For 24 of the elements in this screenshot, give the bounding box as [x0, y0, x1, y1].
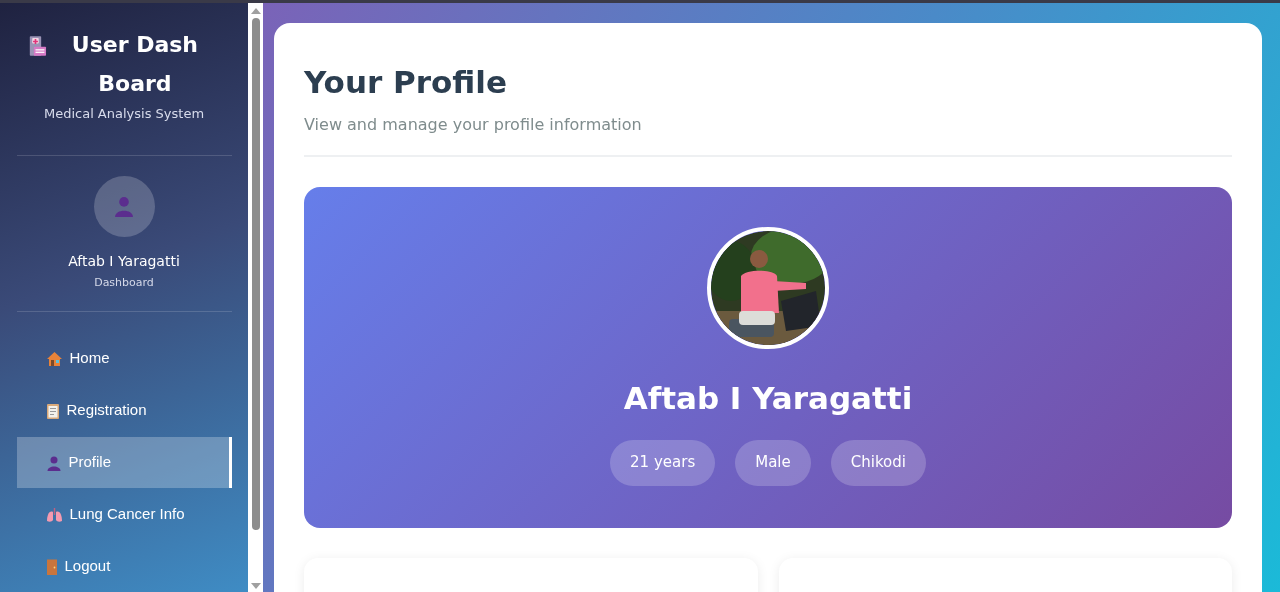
- nav-item[interactable]: Lung Cancer Info: [16, 489, 232, 540]
- person-icon: [113, 195, 135, 217]
- profile-tag: Male: [735, 439, 811, 486]
- user-name: Aftab I Yaragatti: [68, 251, 180, 271]
- person-icon: [45, 454, 62, 471]
- lungs-icon: [45, 506, 63, 523]
- page-title: Your Profile: [304, 63, 508, 101]
- hospital-icon: [29, 33, 47, 59]
- nav-item[interactable]: Profile: [16, 437, 232, 488]
- scroll-thumb[interactable]: [251, 18, 260, 530]
- sidebar-title: User Dash Board: [70, 31, 200, 98]
- nav-item[interactable]: Logout: [16, 541, 232, 592]
- house-icon: [45, 350, 63, 367]
- profile-tag: Chikodi: [830, 439, 926, 486]
- door-icon: [45, 558, 58, 575]
- nav-item[interactable]: Home: [16, 333, 232, 384]
- scrollbar[interactable]: [248, 3, 263, 592]
- profile-tag: 21 years: [610, 439, 716, 486]
- nav-item[interactable]: Registration: [16, 385, 232, 436]
- profile-name: Aftab I Yaragatti: [623, 379, 913, 418]
- sidebar-subtitle: Medical Analysis System: [43, 105, 205, 123]
- user-role: Dashboard: [94, 274, 154, 291]
- page-subtitle: View and manage your profile information: [304, 114, 643, 136]
- clipboard-icon: [45, 402, 60, 419]
